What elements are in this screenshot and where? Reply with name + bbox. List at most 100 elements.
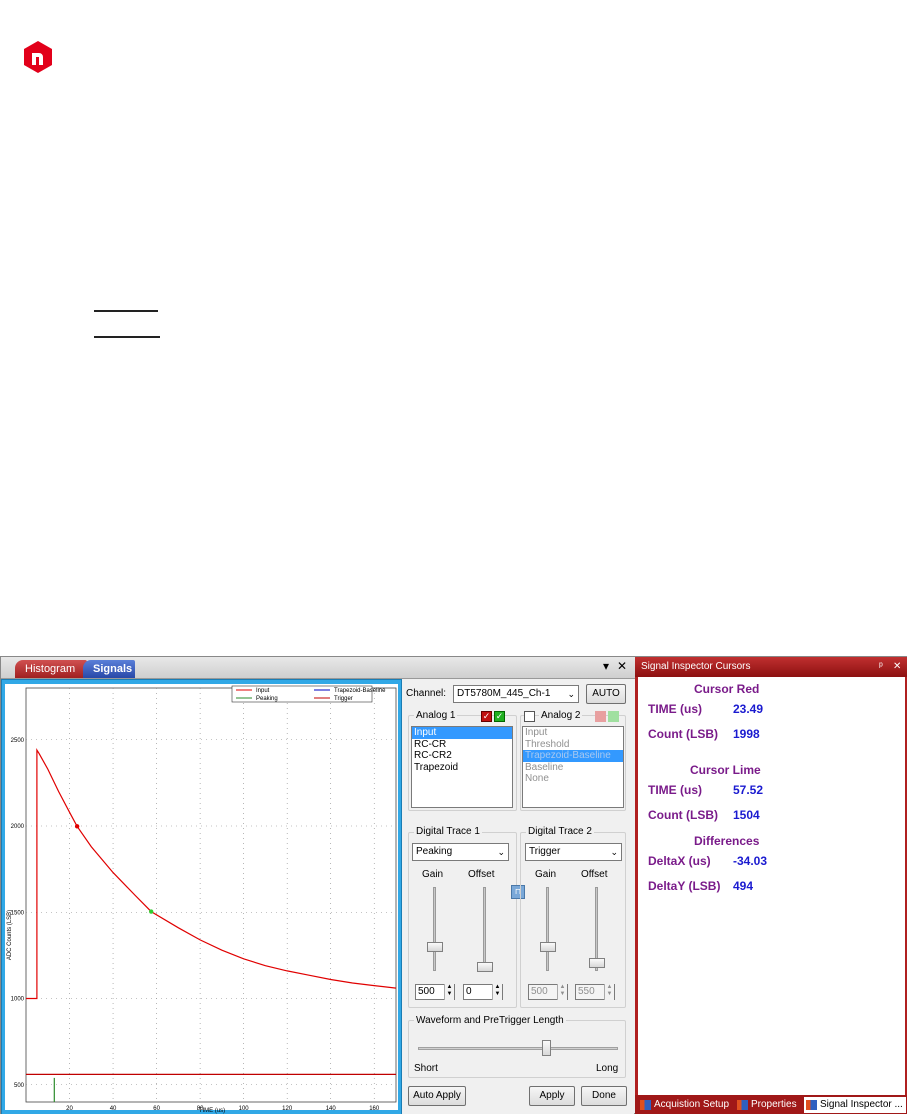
tab-properties[interactable]: Properties bbox=[735, 1097, 803, 1113]
gain-label: Gain bbox=[422, 869, 444, 880]
cursor-red-title: Cursor Red bbox=[694, 682, 760, 696]
digital-trace2-select[interactable]: Trigger ⌄ bbox=[525, 843, 622, 861]
list-item[interactable]: None bbox=[523, 773, 623, 785]
d2-gain-slider-thumb[interactable] bbox=[540, 942, 556, 952]
y-tick-label: 1000 bbox=[11, 997, 25, 1003]
waveform-slider-track[interactable] bbox=[418, 1047, 618, 1050]
inspector-title: Signal Inspector Cursors bbox=[641, 661, 751, 672]
tab-strip: Histogram Signals ▾ ✕ bbox=[1, 657, 635, 679]
analog1-list[interactable]: Input RC-CR RC-CR2 Trapezoid bbox=[411, 726, 513, 808]
x-tick-label: 140 bbox=[326, 1106, 337, 1112]
y-tick-label: 500 bbox=[14, 1083, 25, 1089]
d2-offset-slider-thumb[interactable] bbox=[589, 958, 605, 968]
tab-signal-inspector[interactable]: Signal Inspector ... bbox=[804, 1097, 906, 1113]
differences-title: Differences bbox=[694, 834, 760, 848]
d1-gain-spinner[interactable]: 500 ▲ ▼ bbox=[415, 984, 455, 1000]
digital-trace1-value: Peaking bbox=[416, 846, 453, 857]
tab-acquisition-setup[interactable]: Acquistion Setup bbox=[638, 1097, 734, 1113]
list-item[interactable]: Input bbox=[412, 727, 512, 739]
channel-value: DT5780M_445_Ch-1 bbox=[457, 688, 551, 699]
chevron-down-icon[interactable]: ▾ bbox=[599, 659, 613, 673]
list-item[interactable]: Threshold bbox=[523, 739, 623, 751]
delta-x-value: -34.03 bbox=[733, 854, 768, 868]
analog2-red-swatch bbox=[595, 711, 606, 722]
analog2-list[interactable]: Input Threshold Trapezoid-Baseline Basel… bbox=[522, 726, 624, 808]
analog1-green-checkbox[interactable]: ✓ bbox=[494, 711, 505, 722]
spinner-arrows-icon[interactable]: ▲ ▼ bbox=[492, 984, 502, 1000]
list-item[interactable]: Trapezoid-Baseline bbox=[523, 750, 623, 762]
inspector-tabs: Acquistion Setup Properties Signal Inspe… bbox=[635, 1095, 907, 1114]
digital-trace1-label: Digital Trace 1 bbox=[414, 826, 482, 837]
digital-trace2-label: Digital Trace 2 bbox=[526, 826, 594, 837]
cursor-red-count-value: 1998 bbox=[733, 727, 760, 741]
d1-gain-slider-track[interactable] bbox=[433, 887, 436, 971]
cursor-lime-time-label: TIME (us) bbox=[648, 783, 702, 797]
close-icon[interactable]: ✕ bbox=[615, 659, 629, 673]
list-item[interactable]: RC-CR bbox=[412, 739, 512, 751]
d2-gain-spinner[interactable]: 500 ▲ ▼ bbox=[528, 984, 568, 1000]
tab-signals[interactable]: Signals bbox=[83, 660, 135, 678]
y-tick-label: 2000 bbox=[11, 824, 25, 830]
channel-label: Channel: bbox=[406, 688, 447, 699]
delta-y-value: 494 bbox=[733, 879, 754, 893]
tab-histogram[interactable]: Histogram bbox=[15, 660, 87, 678]
spinner-arrows-icon[interactable]: ▲ ▼ bbox=[557, 984, 567, 1000]
auto-apply-button[interactable]: Auto Apply bbox=[408, 1086, 466, 1106]
cursor-red-marker bbox=[74, 824, 80, 829]
delta-y-label: DeltaY (LSB) bbox=[648, 879, 721, 893]
legend-input: Input bbox=[256, 688, 270, 694]
inspector-icon bbox=[806, 1100, 817, 1110]
underline-mark bbox=[94, 336, 160, 338]
spinner-arrows-icon[interactable]: ▲ ▼ bbox=[604, 984, 614, 1000]
list-item[interactable]: Input bbox=[523, 727, 623, 739]
x-tick-label: 40 bbox=[110, 1106, 117, 1112]
d1-offset-value: 0 bbox=[466, 986, 472, 997]
n-logo bbox=[24, 41, 52, 73]
digital-trace2-value: Trigger bbox=[529, 846, 561, 857]
spinner-arrows-icon[interactable]: ▲ ▼ bbox=[444, 984, 454, 1000]
tab-label: Signal Inspector ... bbox=[820, 1099, 903, 1110]
cursor-lime-time-value: 57.52 bbox=[733, 783, 764, 797]
analog2-label: Analog 2 bbox=[539, 710, 583, 721]
close-icon[interactable]: ✕ bbox=[893, 657, 901, 677]
chevron-down-icon: ⌄ bbox=[497, 847, 505, 857]
offset-label: Offset bbox=[581, 869, 608, 880]
cursor-lime-count-value: 1504 bbox=[733, 808, 760, 822]
done-button[interactable]: Done bbox=[581, 1086, 627, 1106]
d2-offset-spinner[interactable]: 550 ▲ ▼ bbox=[575, 984, 615, 1000]
channel-select[interactable]: DT5780M_445_Ch-1 ⌄ bbox=[453, 685, 579, 703]
waveform-slider-thumb[interactable] bbox=[542, 1040, 551, 1056]
inspector-panel: Cursor Red TIME (us) 23.49 Count (LSB) 1… bbox=[635, 677, 907, 1095]
d1-offset-slider-track[interactable] bbox=[483, 887, 486, 971]
analog2-green-swatch bbox=[608, 711, 619, 722]
x-tick-label: 20 bbox=[66, 1106, 73, 1112]
list-item[interactable]: RC-CR2 bbox=[412, 750, 512, 762]
x-tick-label: 120 bbox=[282, 1106, 293, 1112]
list-item[interactable]: Baseline bbox=[523, 762, 623, 774]
signal-plot[interactable]: 20 40 60 80 100 120 140 1605001000150020002500 … bbox=[2, 680, 401, 1114]
digital-trace1-select[interactable]: Peaking ⌄ bbox=[412, 843, 509, 861]
analog1-red-checkbox[interactable]: ✓ bbox=[481, 711, 492, 722]
tab-label: Acquistion Setup bbox=[654, 1099, 730, 1110]
pin-icon[interactable]: ᵖ bbox=[879, 657, 883, 677]
delta-x-label: DeltaX (us) bbox=[648, 854, 711, 868]
chevron-down-icon: ⌄ bbox=[567, 689, 575, 699]
analog2-checkbox[interactable] bbox=[524, 711, 535, 722]
auto-button[interactable]: AUTO bbox=[586, 684, 626, 704]
list-item[interactable]: Trapezoid bbox=[412, 762, 512, 774]
properties-icon bbox=[737, 1100, 748, 1110]
d2-gain-value: 500 bbox=[531, 986, 548, 997]
long-label: Long bbox=[596, 1063, 619, 1074]
y-tick-label: 2500 bbox=[11, 738, 25, 744]
cursor-red-time-value: 23.49 bbox=[733, 702, 764, 716]
apply-button[interactable]: Apply bbox=[529, 1086, 575, 1106]
waveform-label: Waveform and PreTrigger Length bbox=[414, 1015, 566, 1026]
d2-gain-slider-track[interactable] bbox=[546, 887, 549, 971]
cursor-lime-title: Cursor Lime bbox=[690, 763, 761, 777]
d1-offset-slider-thumb[interactable] bbox=[477, 962, 493, 972]
x-tick-label: 160 bbox=[369, 1106, 380, 1112]
d1-offset-spinner[interactable]: 0 ▲ ▼ bbox=[463, 984, 503, 1000]
plot-area bbox=[5, 684, 398, 1110]
d1-gain-slider-thumb[interactable] bbox=[427, 942, 443, 952]
legend-peaking: Peaking bbox=[256, 696, 278, 702]
